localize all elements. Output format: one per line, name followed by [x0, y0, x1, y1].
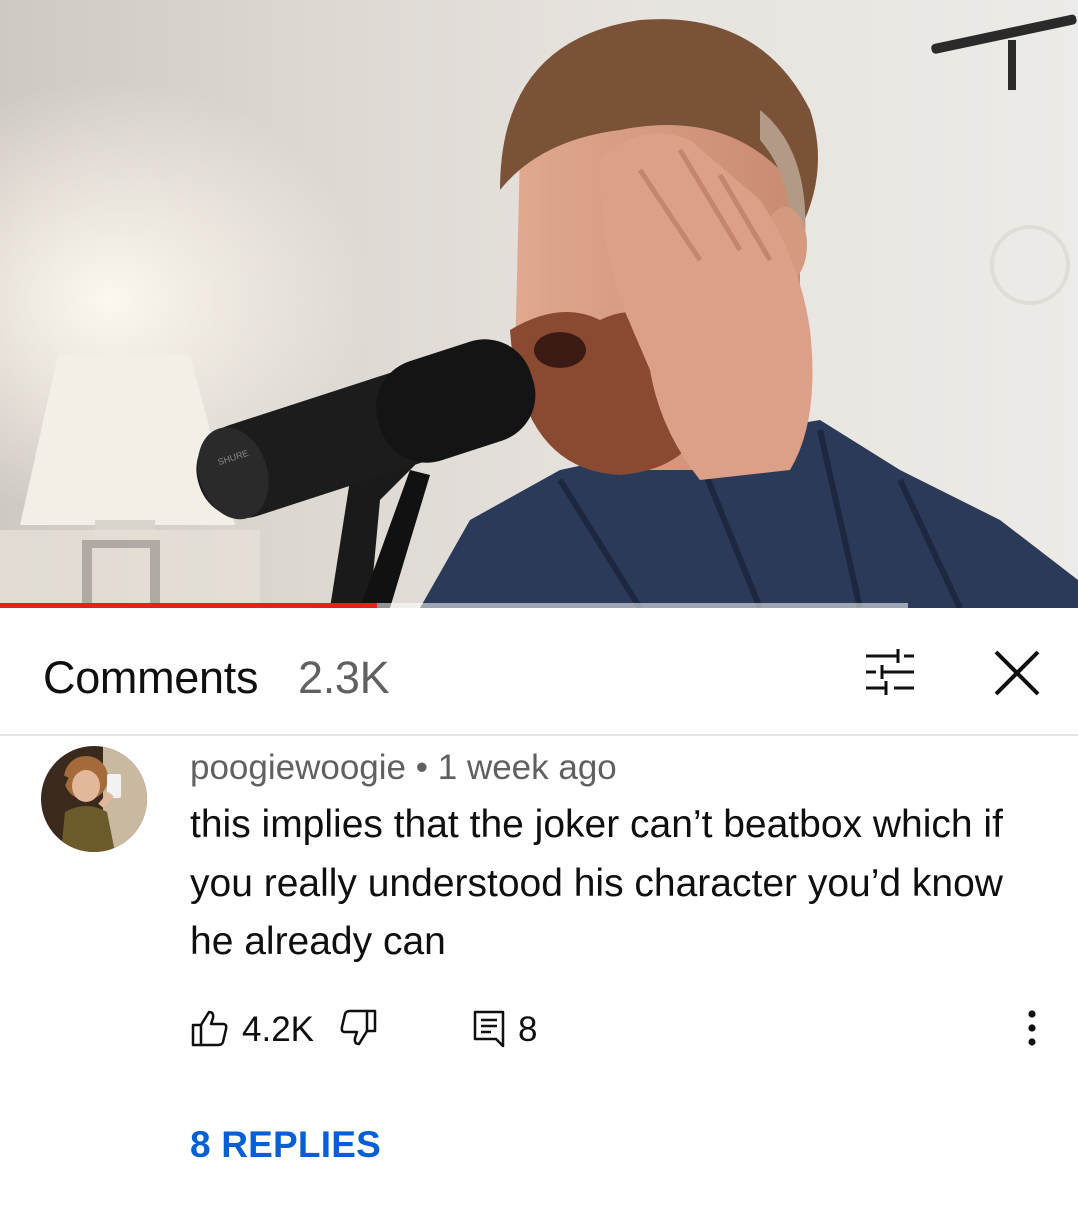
like-count: 4.2K [242, 1010, 314, 1049]
avatar-image [41, 746, 147, 852]
reply-count: 8 [518, 1010, 538, 1049]
comment-timestamp: 1 week ago [437, 748, 617, 787]
meta-separator: • [415, 748, 429, 787]
video-player[interactable]: SHURE [0, 0, 1078, 608]
reply-button[interactable] [470, 1008, 510, 1048]
avatar[interactable] [41, 746, 147, 852]
comment-author[interactable]: poogiewoogie [190, 748, 406, 787]
like-button[interactable] [190, 1008, 230, 1048]
comment-meta: poogiewoogie • 1 week ago [190, 748, 617, 788]
thumbs-down-icon [340, 1009, 377, 1046]
view-replies-button[interactable]: 8 REPLIES [190, 1124, 381, 1166]
comment-actions: 4.2K 8 [0, 1000, 1078, 1060]
comment-text: this implies that the joker can’t beatbo… [190, 803, 1003, 963]
dislike-button[interactable] [338, 1008, 378, 1048]
close-button[interactable] [986, 642, 1048, 704]
comments-title: Comments [43, 652, 259, 703]
comments-count: 2.3K [298, 652, 390, 703]
thumbs-up-icon [191, 1010, 228, 1047]
sort-filter-button[interactable] [858, 644, 922, 700]
more-options-button[interactable] [1012, 1006, 1052, 1050]
reply-comment-icon [473, 1010, 505, 1048]
close-icon [994, 650, 1040, 696]
more-vertical-icon [1028, 1010, 1036, 1046]
video-frame: SHURE [0, 14, 1078, 608]
sort-filter-icon [866, 649, 914, 695]
comments-header: Comments 2.3K [0, 608, 1078, 736]
